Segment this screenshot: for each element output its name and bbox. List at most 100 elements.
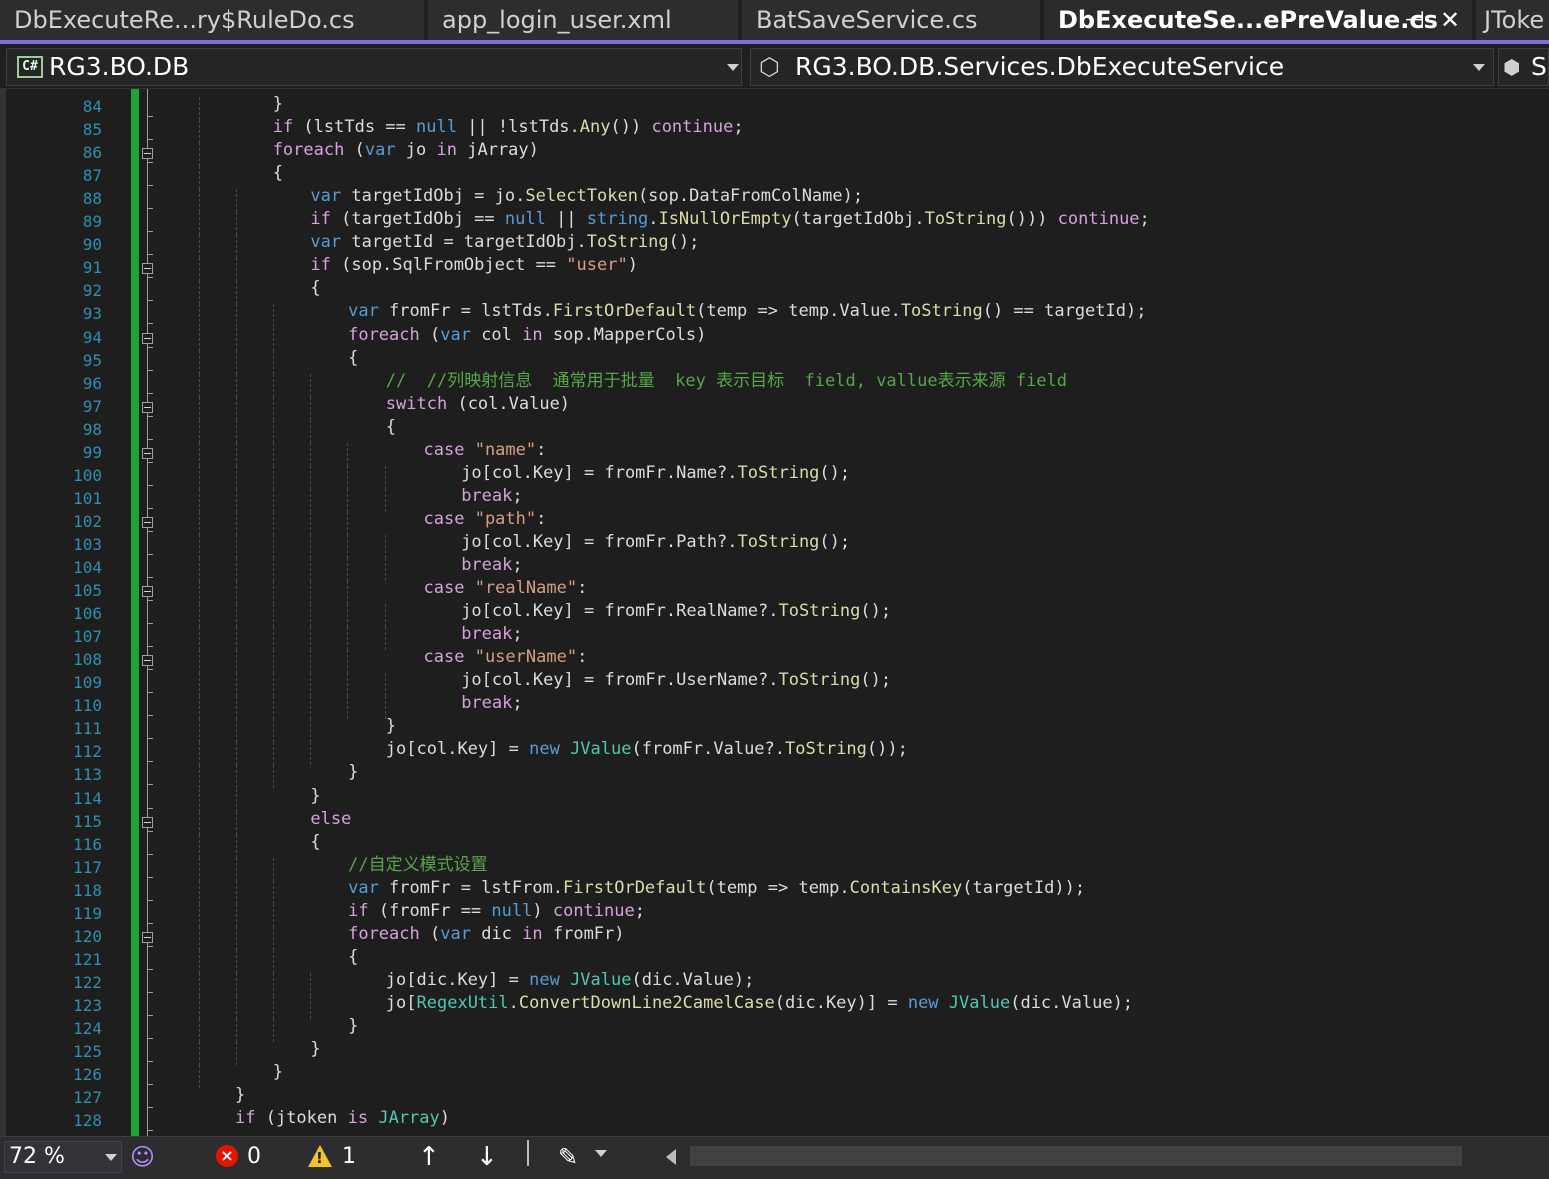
code-line[interactable]: if (jtoken is JArray) <box>235 1107 1549 1130</box>
code-line[interactable]: // //列映射信息 通常用于批量 key 表示目标 field, vallue… <box>386 370 1549 393</box>
indent-guide <box>199 1065 200 1089</box>
arrow-down-icon[interactable]: ↓ <box>476 1141 498 1173</box>
tab-app-login-user-xml[interactable]: app_login_user.xml <box>428 0 738 40</box>
outline-tick <box>147 323 153 325</box>
indent-guide <box>385 465 386 489</box>
code-line[interactable]: case "userName": <box>424 646 1549 669</box>
code-line[interactable]: { <box>386 416 1549 439</box>
code-line[interactable]: foreach (var jo in jArray) <box>273 139 1549 162</box>
tab-label: BatSaveService.cs <box>756 6 978 34</box>
horizontal-scrollbar[interactable] <box>690 1146 1462 1166</box>
project-dropdown[interactable]: C# RG3.BO.DB <box>6 48 742 86</box>
code-line[interactable]: jo[col.Key] = fromFr.Name?.ToString(); <box>461 462 1549 485</box>
code-line[interactable]: break; <box>461 554 1549 577</box>
outline-tick <box>147 438 153 440</box>
type-dropdown[interactable]: ⬡ RG3.BO.DB.Services.DbExecuteService <box>750 48 1494 86</box>
code-line[interactable]: if (lstTds == null || !lstTds.Any()) con… <box>273 116 1549 139</box>
line-number: 93 <box>82 304 102 324</box>
outline-tick <box>147 254 153 256</box>
collapse-icon[interactable] <box>142 655 153 667</box>
collapse-icon[interactable] <box>142 401 153 413</box>
code-line[interactable]: } <box>273 93 1549 116</box>
code-line[interactable]: case "realName": <box>424 577 1549 600</box>
code-line[interactable]: break; <box>461 623 1549 646</box>
collapse-icon[interactable] <box>142 263 153 275</box>
code-line[interactable]: jo[dic.Key] = new JValue(dic.Value); <box>386 969 1549 992</box>
code-line[interactable]: } <box>235 1084 1549 1107</box>
indent-guide <box>236 442 237 466</box>
code-line[interactable]: { <box>310 831 1549 854</box>
collapse-icon[interactable] <box>142 148 153 160</box>
code-line[interactable]: var fromFr = lstTds.FirstOrDefault(temp … <box>348 300 1549 323</box>
code-line[interactable]: break; <box>461 485 1549 508</box>
line-number: 100 <box>73 465 102 485</box>
code-line[interactable]: } <box>348 761 1549 784</box>
chevron-down-icon[interactable] <box>595 1150 607 1157</box>
code-line[interactable]: var targetId = targetIdObj.ToString(); <box>310 231 1549 254</box>
code-line[interactable]: } <box>386 715 1549 738</box>
code-line[interactable]: if (sop.SqlFromObject == "user") <box>310 254 1549 277</box>
close-icon[interactable]: ✕ <box>1440 0 1460 40</box>
collapse-icon[interactable] <box>142 586 153 598</box>
indent-guide <box>199 650 200 674</box>
member-dropdown[interactable]: ⬢ S <box>1498 48 1549 86</box>
tab-dbexecutere-ruledo[interactable]: DbExecuteRe...ry$RuleDo.cs <box>0 0 424 40</box>
line-number: 120 <box>73 926 102 946</box>
code-line[interactable]: jo[col.Key] = new JValue(fromFr.Value?.T… <box>386 738 1549 761</box>
code-line[interactable]: } <box>310 1038 1549 1061</box>
code-line[interactable]: jo[col.Key] = fromFr.RealName?.ToString(… <box>461 600 1549 623</box>
indent-guide <box>273 534 274 558</box>
code-line[interactable]: } <box>310 785 1549 808</box>
editor-status-bar: 72 % ☺ × 0 ! 1 ↑ ↓ ✎ <box>0 1136 1549 1179</box>
code-editor[interactable]: 84} 85 if (lstTds == null || !lstTds.Any()… <box>0 89 1549 1136</box>
indent-guide <box>199 189 200 213</box>
collapse-icon[interactable] <box>142 332 153 344</box>
code-line[interactable]: foreach (var col in sop.MapperCols) <box>348 324 1549 347</box>
code-line[interactable]: foreach (var dic in fromFr) <box>348 923 1549 946</box>
code-line[interactable]: var fromFr = lstFrom.FirstOrDefault(temp… <box>348 877 1549 900</box>
code-line[interactable]: switch (col.Value) <box>386 393 1549 416</box>
code-line[interactable]: { <box>310 277 1549 300</box>
code-line[interactable]: { <box>348 347 1549 370</box>
indent-guide <box>273 304 274 328</box>
code-line[interactable]: } <box>273 1061 1549 1084</box>
indent-guide <box>310 673 311 697</box>
tab-jtoken[interactable]: JToke <box>1476 0 1549 40</box>
pin-icon[interactable]: ⊣ <box>1404 0 1425 40</box>
collapse-icon[interactable] <box>142 447 153 459</box>
code-line[interactable]: jo[col.Key] = fromFr.UserName?.ToString(… <box>461 669 1549 692</box>
collapse-icon[interactable] <box>142 516 153 528</box>
scroll-left-arrow[interactable] <box>666 1149 676 1165</box>
code-line[interactable]: case "name": <box>424 439 1549 462</box>
code-line[interactable]: { <box>273 162 1549 185</box>
indent-guide <box>199 534 200 558</box>
code-line[interactable]: } <box>348 1015 1549 1038</box>
tab-batsaveservice[interactable]: BatSaveService.cs <box>742 0 1040 40</box>
code-line[interactable]: //自定义模式设置 <box>348 854 1549 877</box>
arrow-up-icon[interactable]: ↑ <box>418 1141 440 1173</box>
code-line[interactable]: { <box>348 946 1549 969</box>
brush-icon[interactable]: ✎ <box>558 1141 578 1173</box>
indent-guide <box>273 558 274 582</box>
indent-guide <box>273 511 274 535</box>
code-line[interactable]: case "path": <box>424 508 1549 531</box>
copilot-icon[interactable]: ☺ <box>130 1141 155 1173</box>
navigation-bar: C# RG3.BO.DB ⬡ RG3.BO.DB.Services.DbExec… <box>0 46 1549 89</box>
indent-guide <box>199 995 200 1019</box>
error-icon[interactable]: × <box>216 1145 238 1167</box>
zoom-dropdown[interactable]: 72 % <box>4 1141 122 1173</box>
warning-count[interactable]: 1 <box>342 1141 356 1173</box>
code-line[interactable]: if (fromFr == null) continue; <box>348 900 1549 923</box>
outline-tick <box>147 807 153 809</box>
code-line[interactable]: jo[col.Key] = fromFr.Path?.ToString(); <box>461 531 1549 554</box>
indent-guide <box>199 396 200 420</box>
code-line[interactable]: if (targetIdObj == null || string.IsNull… <box>310 208 1549 231</box>
code-line[interactable]: else <box>310 808 1549 831</box>
code-line[interactable]: var targetIdObj = jo.SelectToken(sop.Dat… <box>310 185 1549 208</box>
line-number: 119 <box>73 903 102 923</box>
error-count[interactable]: 0 <box>247 1141 261 1173</box>
collapse-icon[interactable] <box>142 816 153 828</box>
collapse-icon[interactable] <box>142 931 153 943</box>
code-line[interactable]: jo[RegexUtil.ConvertDownLine2CamelCase(d… <box>386 992 1549 1015</box>
code-line[interactable]: break; <box>461 692 1549 715</box>
